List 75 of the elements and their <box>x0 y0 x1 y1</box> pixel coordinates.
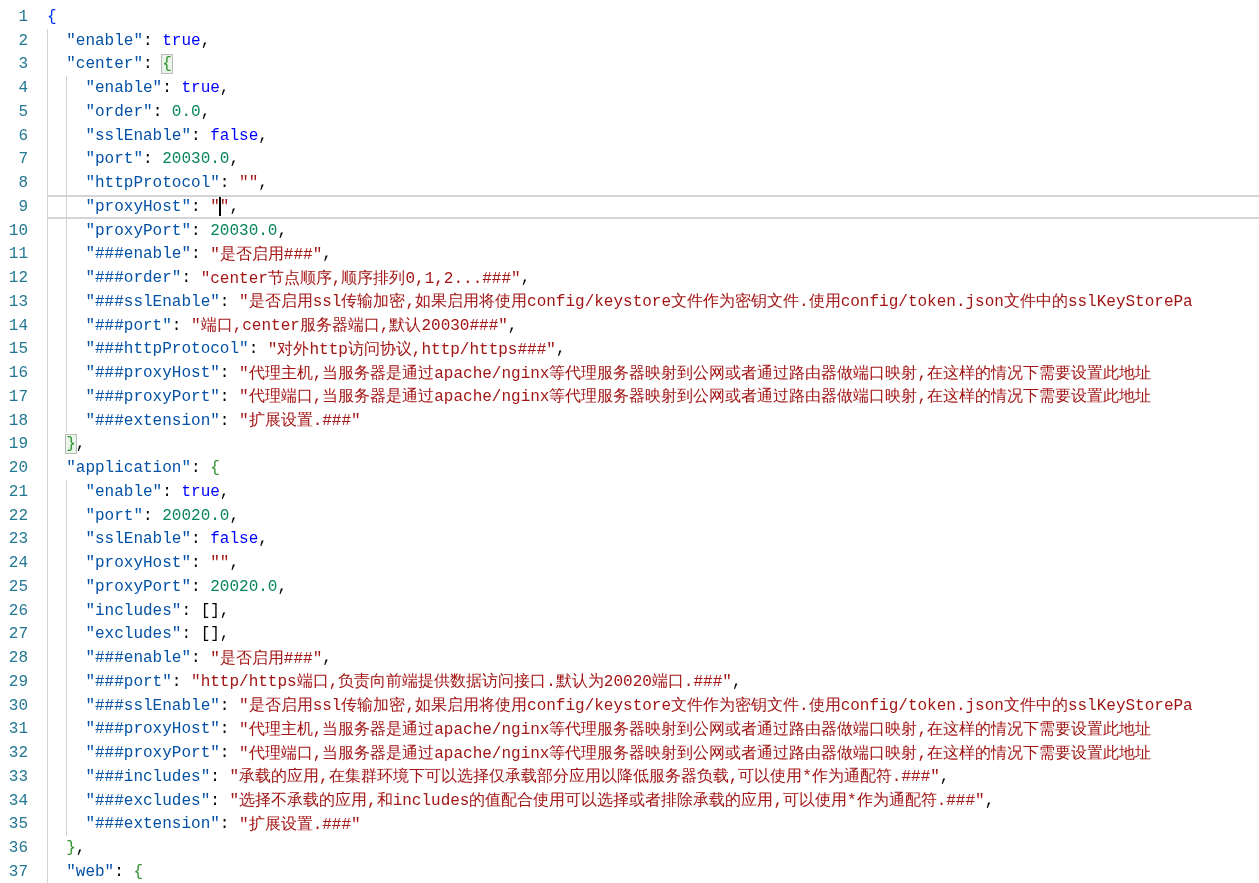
line-number: 33 <box>7 767 28 786</box>
code-line: "center": { <box>47 52 1259 77</box>
line-number: 3 <box>17 55 28 74</box>
code-line: "###proxyPort": "代理端口,当服务器是通过apache/nginx等代理服务器映射到公网或者通过路由器做端口映射,在这样的情况下需要设置此地址 <box>47 385 1259 409</box>
code-line: "sslEnable": false, <box>47 123 1259 148</box>
code-line: "web": { <box>47 860 1259 883</box>
text-cursor <box>218 197 221 217</box>
code-line: "proxyHost": "", <box>47 551 1259 575</box>
code-line: "###httpProtocol": "对外http访问协议,http/https###", <box>47 337 1259 362</box>
code-line: "order": 0.0, <box>47 100 1259 124</box>
line-number: 35 <box>7 815 28 834</box>
code-line: "httpProtocol": "", <box>47 171 1259 195</box>
line-number: 8 <box>17 174 28 193</box>
code-line: "sslEnable": false, <box>47 527 1259 552</box>
line-number: 4 <box>17 79 28 98</box>
code-line: "###port": "http/https端口,负责向前端提供数据访问接口.默认为20020端口.###", <box>47 670 1259 694</box>
code-line: "###proxyHost": "代理主机,当服务器是通过apache/nginx等代理服务器映射到公网或者通过路由器做端口映射,在这样的情况下需要设置此地址 <box>47 361 1259 385</box>
code-line: "###enable": "是否启用###", <box>47 242 1259 267</box>
code-line: "###enable": "是否启用###", <box>47 646 1259 670</box>
code-line: "enable": true, <box>47 480 1259 504</box>
line-number: 23 <box>7 530 28 549</box>
line-number: 18 <box>7 411 28 430</box>
line-number: 29 <box>7 672 28 691</box>
line-number: 25 <box>7 577 28 596</box>
line-number: 16 <box>7 364 28 383</box>
line-number: 36 <box>7 839 28 858</box>
line-number: 34 <box>7 791 28 810</box>
code-line: "###port": "端口,center服务器端口,默认20030###", <box>47 313 1259 338</box>
code-line: { <box>47 6 58 28</box>
line-number: 24 <box>7 554 28 573</box>
code-line: "###order": "center节点顺序,顺序排列0,1,2...###", <box>47 266 1259 290</box>
code-line: "application": { <box>47 456 1259 480</box>
code-line: "###excludes": "选择不承载的应用,和includes的值配合使用可以选择或者排除承载的应用,可以使用*作为通配符.###", <box>47 788 1259 813</box>
line-number: 20 <box>7 459 28 478</box>
code-line: "###includes": "承载的应用,在集群环境下可以选择仅承载部分应用以降低服务器负载,可以使用*作为通配符.###", <box>47 765 1259 789</box>
line-number: 10 <box>7 221 28 240</box>
code-line: "###proxyPort": "代理端口,当服务器是通过apache/nginx等代理服务器映射到公网或者通过路由器做端口映射,在这样的情况下需要设置此地址 <box>47 741 1259 765</box>
line-number: 19 <box>7 435 28 454</box>
line-number: 32 <box>7 744 28 763</box>
code-line: "port": 20020.0, <box>47 503 1259 528</box>
line-number: 15 <box>7 340 28 359</box>
code-line: }, <box>47 432 1259 457</box>
line-number: 14 <box>7 316 28 335</box>
code-line: "proxyPort": 20020.0, <box>47 575 1259 599</box>
line-number: 21 <box>7 482 28 501</box>
line-number: 22 <box>7 506 28 525</box>
line-number: 6 <box>17 126 28 145</box>
code-line: "proxyHost": "", <box>47 195 1259 219</box>
code-line: "enable": true, <box>47 76 1259 100</box>
line-number: 30 <box>7 696 28 715</box>
code-line: "###extension": "扩展设置.###" <box>47 408 1259 433</box>
line-number: 26 <box>7 601 28 620</box>
code-line: "enable": true, <box>47 28 1259 53</box>
line-number: 11 <box>7 245 28 264</box>
code-line: "proxyPort": 20030.0, <box>47 218 1259 243</box>
code-line: "###sslEnable": "是否启用ssl传输加密,如果启用将使用config/keystore文件作为密钥文件.使用config/token.json文件中的sslKeyStorePa <box>47 290 1259 314</box>
line-number: 1 <box>17 7 28 26</box>
line-number: 37 <box>7 862 28 881</box>
code-line: "includes": [], <box>47 598 1259 623</box>
line-number: 28 <box>7 649 28 668</box>
line-number: 31 <box>7 720 28 739</box>
code-line: "###proxyHost": "代理主机,当服务器是通过apache/nginx等代理服务器映射到公网或者通过路由器做端口映射,在这样的情况下需要设置此地址 <box>47 717 1259 742</box>
line-number: 2 <box>17 31 28 50</box>
line-number: 17 <box>7 387 28 406</box>
line-number: 5 <box>17 102 28 121</box>
code-line: }, <box>47 836 1259 860</box>
code-line: "port": 20030.0, <box>47 147 1259 172</box>
line-number: 7 <box>17 150 28 169</box>
line-number: 27 <box>7 625 28 644</box>
line-number: 12 <box>7 269 28 288</box>
code-line: "excludes": [], <box>47 622 1259 647</box>
line-number: 13 <box>7 292 28 311</box>
code-line: "###sslEnable": "是否启用ssl传输加密,如果启用将使用config/keystore文件作为密钥文件.使用config/token.json文件中的sslKeyStorePa <box>47 693 1259 718</box>
code-line: "###extension": "扩展设置.###" <box>47 812 1259 837</box>
line-number: 9 <box>17 197 28 216</box>
